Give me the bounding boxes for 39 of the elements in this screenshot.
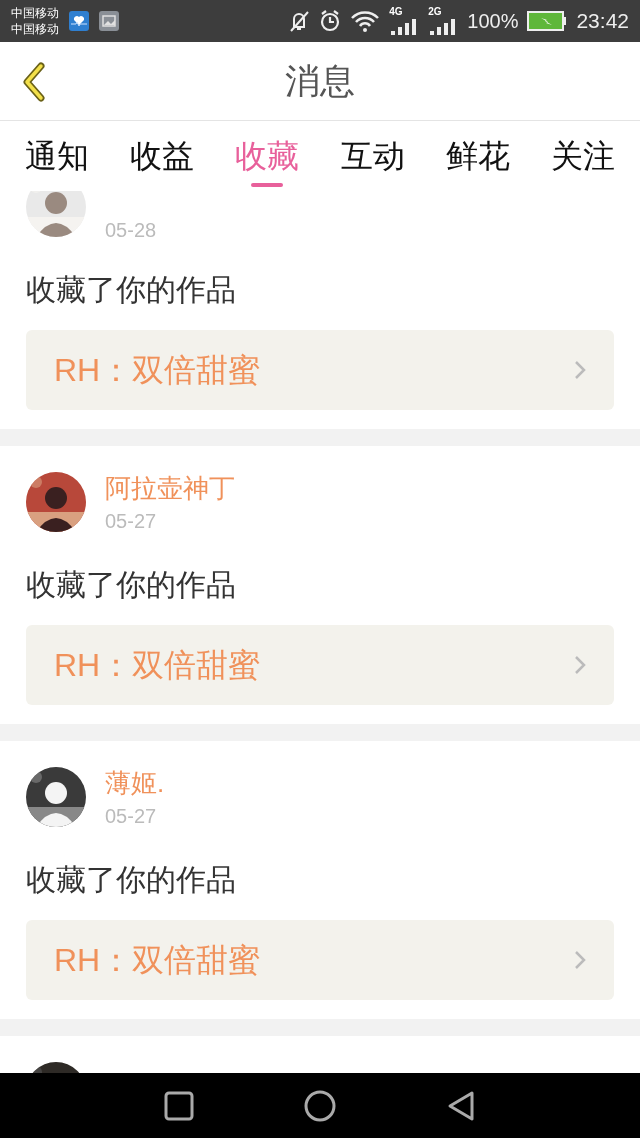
message-date: 05-27 <box>105 509 158 534</box>
message-date: 05-28 <box>105 218 157 243</box>
home-button[interactable] <box>304 1089 336 1122</box>
chevron-right-icon <box>574 360 586 380</box>
wifi-icon <box>350 9 381 33</box>
clock: 23:42 <box>576 8 629 35</box>
user-name[interactable]: 薄姬. <box>105 767 165 799</box>
health-app-icon <box>69 11 89 31</box>
mute-icon <box>288 9 311 33</box>
image-icon <box>99 11 119 31</box>
tab[interactable]: 收益 <box>130 121 195 191</box>
work-link[interactable]: RH：双倍甜蜜 <box>26 625 614 705</box>
chevron-right-icon <box>574 950 586 970</box>
message-text: 收藏了你的作品 <box>26 570 237 600</box>
user-name[interactable]: 阿拉壶神丁 <box>105 472 235 504</box>
tab-indicator <box>251 183 284 187</box>
tab[interactable]: 收藏 <box>235 121 300 191</box>
network-type: 2G <box>428 7 442 17</box>
carrier-name: 中国移动 <box>11 21 59 37</box>
signal-icon <box>428 19 457 35</box>
tab[interactable]: 通知 <box>25 121 89 191</box>
tab[interactable]: 互动 <box>340 121 405 191</box>
page-title: 消息 <box>285 59 355 102</box>
network-type: 4G <box>389 7 403 17</box>
work-link[interactable]: RH：双倍甜蜜 <box>26 920 614 1000</box>
signal-icon <box>389 19 418 35</box>
battery-percent: 100% <box>467 9 519 34</box>
work-link[interactable]: RH：双倍甜蜜 <box>26 330 614 410</box>
message-text: 收藏了你的作品 <box>26 275 237 305</box>
alarm-icon <box>319 9 342 33</box>
message-date: 05-27 <box>105 804 158 829</box>
tab[interactable]: 鲜花 <box>445 121 510 191</box>
battery-icon <box>527 11 568 31</box>
recent-apps-button[interactable] <box>164 1090 194 1121</box>
tab[interactable]: 关注 <box>550 121 615 191</box>
back-nav-button[interactable] <box>446 1089 476 1122</box>
carrier-name: 中国移动 <box>11 5 59 21</box>
chevron-right-icon <box>574 655 586 675</box>
message-text: 收藏了你的作品 <box>26 865 237 895</box>
